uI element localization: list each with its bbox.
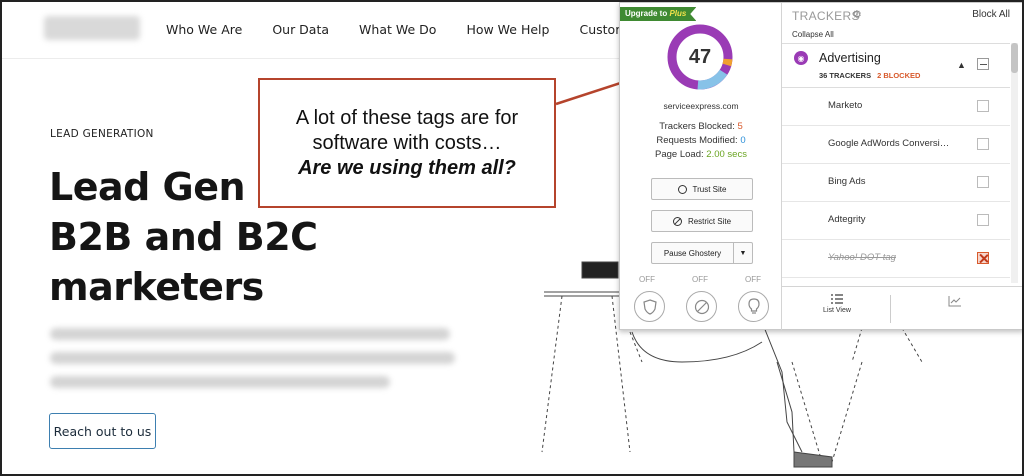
tracker-stats: Trackers Blocked: 5 Requests Modified: 0… — [620, 120, 782, 162]
tracker-row: Google AdWords Conversi… — [782, 126, 1010, 164]
pause-ghostery-control: Pause Ghostery ▼ — [651, 242, 753, 264]
tracker-block-checkbox[interactable] — [977, 100, 989, 112]
tracker-block-checkbox[interactable] — [977, 214, 989, 226]
smart-blocking-toggle[interactable] — [738, 291, 769, 322]
pause-ghostery-button[interactable]: Pause Ghostery — [652, 243, 734, 263]
blocked-value: 5 — [737, 121, 743, 132]
tracker-block-checkbox[interactable] — [977, 252, 989, 264]
trust-site-label: Trust Site — [692, 184, 727, 194]
hero-line-3: marketers — [49, 265, 264, 309]
ghostery-summary: Upgrade to Plus 47 serviceexpress.com Tr… — [620, 3, 782, 330]
enhanced-anti-tracking-toggle[interactable] — [634, 291, 665, 322]
tracker-footer: List View — [782, 286, 1022, 330]
site-domain: serviceexpress.com — [663, 101, 739, 111]
tracker-name[interactable]: Bing Ads — [828, 176, 866, 187]
restrict-site-label: Restrict Site — [687, 216, 732, 226]
category-tracker-count: 36 TRACKERS — [819, 71, 872, 80]
annotation-callout: A lot of these tags are for software wit… — [258, 78, 556, 208]
gear-icon[interactable]: ⚙ — [852, 8, 862, 21]
tracker-row: Bing Ads — [782, 164, 1010, 202]
category-counts: 36 TRACKERS 2 BLOCKED — [819, 71, 920, 80]
trust-site-button[interactable]: Trust Site — [651, 178, 753, 200]
list-icon — [831, 294, 843, 304]
tracker-name[interactable]: Adtegrity — [828, 214, 866, 225]
shield-off-label: OFF — [639, 275, 655, 284]
shield-icon — [642, 298, 657, 315]
upgrade-plus-banner[interactable]: Upgrade to Plus — [620, 7, 697, 21]
upgrade-label: Upgrade to — [625, 9, 668, 18]
tracker-list-header: TRACKERS ⚙ Block All — [782, 3, 1022, 27]
lightbulb-icon — [747, 298, 760, 314]
footer-divider — [890, 295, 891, 323]
section-eyebrow: LEAD GENERATION — [50, 128, 154, 140]
tracker-row: Yahoo! DOT tag — [782, 240, 1010, 278]
tracker-name[interactable]: Marketo — [828, 100, 862, 111]
callout-line-3: Are we using them all? — [298, 156, 516, 179]
callout-line-1: A lot of these tags are for — [295, 106, 519, 129]
scrollbar-thumb[interactable] — [1011, 43, 1018, 73]
category-block-checkbox[interactable] — [977, 58, 989, 70]
ghostery-panel: Upgrade to Plus 47 serviceexpress.com Tr… — [619, 2, 1022, 330]
tracker-block-checkbox[interactable] — [977, 138, 989, 150]
callout-line-2: software with costs… — [312, 131, 502, 154]
chevron-up-icon[interactable]: ▲ — [957, 60, 966, 70]
list-view-tab[interactable]: List View — [812, 293, 862, 314]
nav-what-we-do[interactable]: What We Do — [359, 22, 436, 37]
reach-out-button[interactable]: Reach out to us — [49, 413, 156, 449]
hero-body-blurred — [50, 328, 455, 400]
tracker-row: Adtegrity — [782, 202, 1010, 240]
site-logo-blurred[interactable] — [44, 16, 140, 40]
category-name: Advertising — [819, 51, 881, 65]
trackers-title: TRACKERS — [792, 9, 860, 23]
modified-label: Requests Modified: — [656, 135, 738, 146]
collapse-all-link[interactable]: Collapse All — [792, 30, 834, 39]
tracker-block-checkbox[interactable] — [977, 176, 989, 188]
list-view-label: List View — [823, 307, 851, 314]
block-off-label: OFF — [692, 275, 708, 284]
chevron-down-icon[interactable]: ▼ — [734, 243, 752, 263]
restrict-icon — [672, 216, 682, 226]
circle-icon — [677, 184, 687, 194]
hero-line-2: B2B and B2C — [49, 215, 318, 259]
tracker-name[interactable]: Google AdWords Conversi… — [828, 138, 949, 149]
tracker-count: 47 — [688, 45, 712, 68]
load-value: 2.00 secs — [706, 149, 747, 160]
tracker-name[interactable]: Yahoo! DOT tag — [828, 252, 896, 263]
advertising-icon: ◉ — [794, 51, 808, 65]
screenshot-frame: Who We Are Our Data What We Do How We He… — [0, 0, 1024, 476]
chart-view-icon[interactable] — [948, 295, 962, 307]
blocked-label: Trackers Blocked: — [659, 121, 735, 132]
modified-value: 0 — [740, 135, 746, 146]
tracker-row: Marketo — [782, 88, 1010, 126]
block-icon — [694, 299, 709, 314]
tracker-list-panel: TRACKERS ⚙ Block All Collapse All ◉ Adve… — [782, 3, 1022, 330]
nav-how-we-help[interactable]: How We Help — [466, 22, 549, 37]
load-label: Page Load: — [655, 149, 704, 160]
block-all-button[interactable]: Block All — [972, 9, 1010, 20]
bulb-off-label: OFF — [745, 275, 761, 284]
category-blocked-count: 2 BLOCKED — [877, 71, 921, 80]
category-advertising[interactable]: ◉ Advertising 36 TRACKERS 2 BLOCKED ▲ — [782, 43, 1010, 88]
nav-our-data[interactable]: Our Data — [272, 22, 329, 37]
upgrade-plus-label: Plus — [669, 9, 687, 18]
nav-who-we-are[interactable]: Who We Are — [166, 22, 242, 37]
tracker-list-scrollbar[interactable] — [1011, 43, 1018, 283]
ad-blocking-toggle[interactable] — [686, 291, 717, 322]
restrict-site-button[interactable]: Restrict Site — [651, 210, 753, 232]
